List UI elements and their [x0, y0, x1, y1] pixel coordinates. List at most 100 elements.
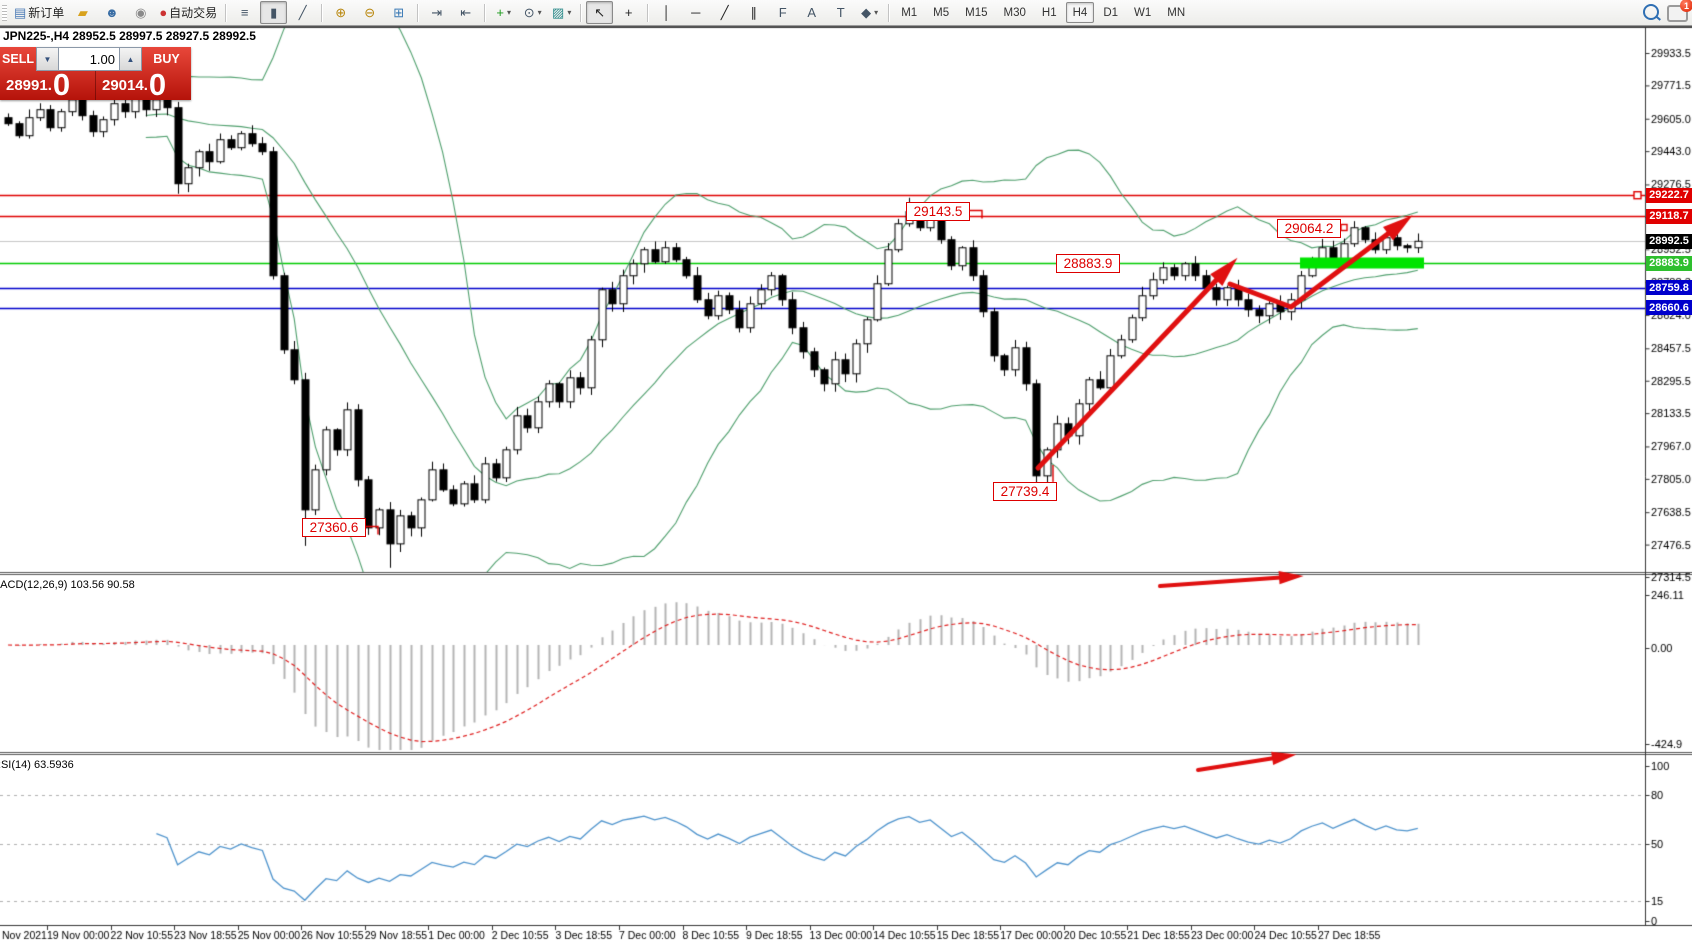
price-annotation-label[interactable]: 29064.2 [1277, 219, 1341, 238]
text-label-icon[interactable]: T [827, 1, 854, 24]
axis-price-tag: 28992.5 [1646, 234, 1692, 249]
timeframe-m30[interactable]: M30 [997, 2, 1033, 23]
cursor-icon: ↖ [594, 6, 605, 19]
period-icon: ⊙ [524, 6, 535, 19]
candlestick-chart-icon: ▮ [270, 6, 277, 19]
chart-shift-icon: ⇤ [460, 6, 471, 19]
signal-icon: ◉ [135, 6, 146, 19]
zoom-in-icon: ⊕ [335, 6, 346, 19]
equidistant-channel-icon: ∥ [750, 6, 757, 19]
fibonacci-icon[interactable]: F [769, 1, 796, 24]
line-chart-icon[interactable]: ╱ [289, 1, 316, 24]
shapes-icon[interactable]: ◆▾ [856, 1, 883, 24]
shapes-icon: ◆ [861, 6, 871, 19]
chart-shift-icon[interactable]: ⇤ [452, 1, 479, 24]
add-indicator-icon[interactable]: +▾ [490, 1, 517, 24]
horizontal-line-icon[interactable]: ─ [682, 1, 709, 24]
zoom-out-icon[interactable]: ⊖ [356, 1, 383, 24]
tile-windows-icon[interactable]: ⊞ [385, 1, 412, 24]
axis-price-tag: 29222.7 [1646, 188, 1692, 203]
price-annotation-label[interactable]: 28883.9 [1056, 254, 1120, 273]
sell-price-display[interactable]: 28991 . 0 [0, 71, 96, 100]
toolbar-right-icons: 1 [1643, 2, 1688, 22]
chart-ohlc-title: JPN225-,H4 28952.5 28997.5 28927.5 28992… [3, 29, 256, 43]
price-annotation-label[interactable]: 29143.5 [906, 202, 970, 221]
volume-increase-button[interactable]: ▲ [119, 47, 142, 71]
trendline-icon: ╱ [721, 6, 729, 19]
axis-price-tag: 28759.8 [1646, 280, 1692, 295]
timeframe-m15[interactable]: M15 [958, 2, 994, 23]
community-icon: ☻ [105, 6, 119, 19]
trendline-icon[interactable]: ╱ [711, 1, 738, 24]
vertical-line-icon: │ [663, 6, 671, 19]
timeframe-w1[interactable]: W1 [1127, 2, 1158, 23]
buy-price-display[interactable]: 29014 . 0 [96, 71, 191, 100]
chevron-down-icon[interactable]: ▾ [507, 8, 511, 17]
horizontal-line-icon: ─ [691, 6, 700, 19]
equidistant-channel-icon[interactable]: ∥ [740, 1, 767, 24]
text-label-icon: T [837, 6, 845, 19]
chevron-down-icon[interactable]: ▾ [567, 8, 571, 17]
rsi-indicator-label: RSI(14) 63.5936 [0, 759, 74, 771]
timeframe-m5[interactable]: M5 [926, 2, 956, 23]
chart-canvas[interactable] [0, 0, 1692, 942]
panel-resize-divider[interactable] [0, 570, 1645, 577]
timeframe-h1[interactable]: H1 [1035, 2, 1064, 23]
bar-chart-icon: ≡ [241, 6, 249, 19]
timeframe-m1[interactable]: M1 [894, 2, 924, 23]
new-order-icon: ▤ [14, 6, 26, 19]
template-icon: ▨ [552, 6, 564, 19]
community-icon[interactable]: ☻ [98, 1, 125, 24]
add-indicator-icon: + [496, 6, 504, 19]
toolbar-grip[interactable] [2, 5, 7, 21]
buy-price-dot: . [144, 73, 148, 99]
panel-resize-divider[interactable] [0, 750, 1645, 757]
auto-scroll-icon: ⇥ [431, 6, 442, 19]
vertical-line-icon[interactable]: │ [653, 1, 680, 24]
notification-badge: 1 [1680, 0, 1692, 12]
one-click-trade-panel: SELL ▼ 1.00 ▲ BUY 28991 . 0 29014 . 0 [0, 47, 191, 100]
zoom-in-icon[interactable]: ⊕ [327, 1, 354, 24]
chevron-down-icon[interactable]: ▾ [874, 8, 878, 17]
sell-price-main: 28991 [6, 73, 48, 99]
template-icon[interactable]: ▨▾ [548, 1, 575, 24]
autotrading-button[interactable]: ●自动交易 [156, 1, 220, 24]
axis-price-tag: 28883.9 [1646, 256, 1692, 271]
crayon-icon[interactable]: ▰ [69, 1, 96, 24]
autotrading-button-label: 自动交易 [169, 4, 217, 21]
main-toolbar: ▤新订单▰☻◉●自动交易≡▮╱⊕⊖⊞⇥⇤+▾⊙▾▨▾↖+│─╱∥FAT◆▾M1M… [0, 0, 1692, 26]
trading-terminal-window: ▤新订单▰☻◉●自动交易≡▮╱⊕⊖⊞⇥⇤+▾⊙▾▨▾↖+│─╱∥FAT◆▾M1M… [0, 0, 1692, 942]
toolbar-separator [580, 4, 581, 22]
candlestick-chart-icon[interactable]: ▮ [260, 1, 287, 24]
price-annotation-label[interactable]: 27360.6 [302, 518, 366, 537]
line-chart-icon: ╱ [299, 6, 307, 19]
toolbar-separator [484, 4, 485, 22]
timeframe-h4[interactable]: H4 [1066, 2, 1095, 23]
tile-windows-icon: ⊞ [393, 6, 404, 19]
cursor-icon[interactable]: ↖ [586, 1, 613, 24]
crosshair-icon[interactable]: + [615, 1, 642, 24]
sell-button[interactable]: SELL [0, 47, 36, 71]
timeframe-mn[interactable]: MN [1160, 2, 1192, 23]
toolbar-separator [417, 4, 418, 22]
chat-icon[interactable]: 1 [1667, 5, 1688, 22]
toolbar-separator [321, 4, 322, 22]
fibonacci-icon: F [779, 6, 787, 19]
axis-price-tag: 28660.6 [1646, 300, 1692, 315]
signal-icon[interactable]: ◉ [127, 1, 154, 24]
price-annotation-label[interactable]: 27739.4 [993, 482, 1057, 501]
autotrading-icon: ● [159, 6, 167, 19]
period-icon[interactable]: ⊙▾ [519, 1, 546, 24]
timeframe-d1[interactable]: D1 [1096, 2, 1125, 23]
search-icon[interactable] [1643, 4, 1659, 20]
buy-price-main: 29014 [102, 73, 144, 99]
bar-chart-icon[interactable]: ≡ [231, 1, 258, 24]
text-icon[interactable]: A [798, 1, 825, 24]
toolbar-separator [647, 4, 648, 22]
crosshair-icon: + [625, 6, 633, 19]
new-order-button[interactable]: ▤新订单 [11, 1, 67, 24]
chevron-down-icon[interactable]: ▾ [538, 8, 542, 17]
new-order-button-label: 新订单 [28, 4, 64, 21]
auto-scroll-icon[interactable]: ⇥ [423, 1, 450, 24]
toolbar-separator [888, 4, 889, 22]
